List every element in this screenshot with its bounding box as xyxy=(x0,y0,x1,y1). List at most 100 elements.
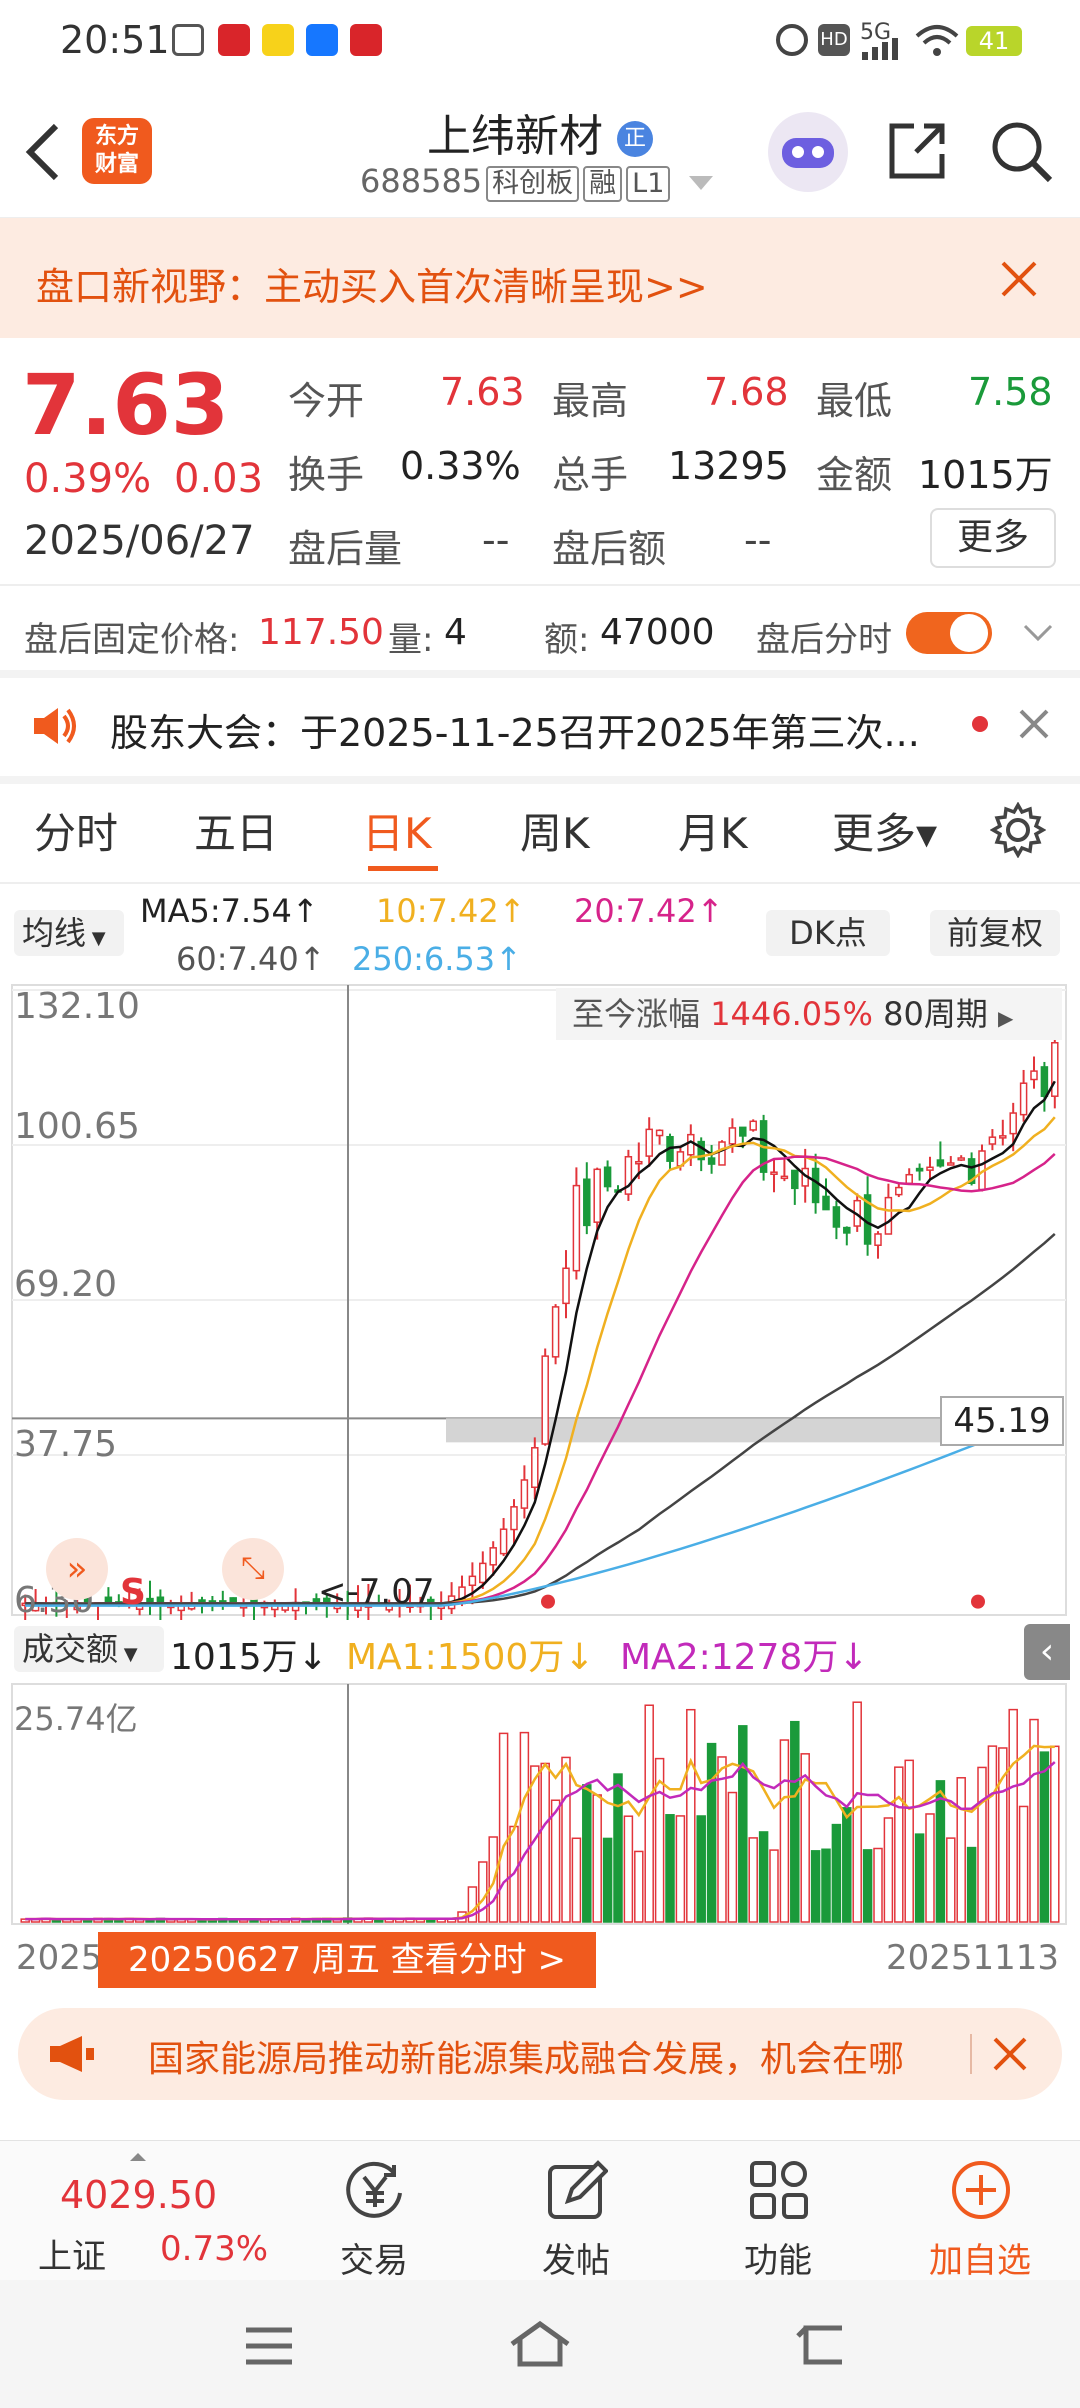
more-button[interactable]: 更多 xyxy=(930,508,1056,568)
nav-add-watch[interactable]: 加自选 xyxy=(900,2233,1060,2282)
trade-yen-icon[interactable] xyxy=(344,2159,406,2221)
date-tooltip-button[interactable]: 20250627 周五 查看分时 > xyxy=(98,1932,596,1988)
candle-body xyxy=(791,1169,799,1190)
bank-app-icon xyxy=(350,24,382,56)
close-icon[interactable] xyxy=(992,2036,1028,2072)
candle-body xyxy=(822,1195,830,1211)
volume-bar xyxy=(592,1794,602,1923)
volume-selector[interactable]: 成交额 ▼ xyxy=(14,1626,164,1672)
index-change[interactable]: 0.73% xyxy=(160,2229,268,2269)
divider xyxy=(0,882,1080,884)
ma20-line xyxy=(25,1152,1056,1605)
after-hours-timeshare-label: 盘后分时 xyxy=(756,620,892,660)
candle-body xyxy=(1040,1066,1049,1097)
add-watch-plus-icon[interactable] xyxy=(950,2159,1012,2221)
dk-point-button[interactable]: DK点 xyxy=(766,910,890,956)
promo-banner[interactable]: 盘口新视野：主动买入首次清晰呈现>> xyxy=(0,218,1080,338)
menu-icon[interactable] xyxy=(244,2326,294,2366)
kline-svg[interactable] xyxy=(0,980,1080,1629)
nav-post[interactable]: 发帖 xyxy=(496,2233,656,2282)
ma250-value: 250:6.53↑ xyxy=(352,940,522,978)
volume-bar xyxy=(758,1831,769,1923)
divider xyxy=(0,584,1080,586)
volume-bar xyxy=(706,1742,717,1923)
turnover-value: 0.33% xyxy=(400,444,521,488)
index-value[interactable]: 4029.50 xyxy=(60,2173,217,2217)
collapse-panel-icon[interactable]: ‹ xyxy=(1024,1624,1070,1680)
tab-five-day[interactable]: 五日 xyxy=(194,800,278,861)
candle-body xyxy=(707,1157,716,1165)
tab-more[interactable]: 更多▾ xyxy=(832,800,937,861)
meituan-icon xyxy=(262,24,294,56)
volume-svg[interactable] xyxy=(0,1680,1080,1930)
nav-function[interactable]: 功能 xyxy=(698,2233,858,2282)
candle-body xyxy=(468,1575,477,1587)
amount-value: 1015万 xyxy=(918,453,1053,497)
candle-body xyxy=(479,1562,487,1584)
volume-bar xyxy=(686,1708,696,1923)
candle-body xyxy=(874,1233,882,1246)
candle-body xyxy=(936,1159,945,1167)
settings-gear-icon[interactable] xyxy=(990,802,1046,858)
ma-selector[interactable]: 均线 ▼ xyxy=(14,910,124,956)
back-icon[interactable] xyxy=(796,2322,848,2368)
news-ticker[interactable]: 国家能源局推动新能源集成融合发展，机会在哪 xyxy=(18,2008,1062,2100)
robot-assistant-icon[interactable] xyxy=(768,112,848,192)
tab-monthly-k[interactable]: 月K xyxy=(678,800,748,861)
low-label: 最低 xyxy=(816,379,893,423)
news-text[interactable]: 国家能源局推动新能源集成融合发展，机会在哪 xyxy=(148,2030,988,2082)
fullscreen-icon[interactable]: ⤡ xyxy=(222,1538,284,1600)
volume-chart[interactable]: 25.74亿 xyxy=(0,1680,1080,1930)
kline-chart[interactable]: 132.10 100.65 69.20 37.75 6.30 至今涨幅 1446… xyxy=(0,980,1080,1629)
volume-bar xyxy=(769,1849,779,1923)
candle-body xyxy=(489,1547,497,1566)
volume-bar xyxy=(1039,1751,1050,1923)
volume-selector-label: 成交额 xyxy=(22,1630,119,1668)
volume-max-label: 25.74亿 xyxy=(14,1700,138,1738)
speaker-icon xyxy=(34,708,76,744)
alarm-icon xyxy=(776,24,808,56)
index-name[interactable]: 上证 xyxy=(38,2229,106,2278)
candle-body xyxy=(884,1196,893,1235)
home-icon[interactable] xyxy=(508,2320,572,2368)
volume-bar xyxy=(498,1732,509,1923)
expand-left-icon[interactable]: » xyxy=(46,1538,108,1600)
unread-dot xyxy=(972,716,988,732)
nav-trade[interactable]: 交易 xyxy=(294,2233,454,2282)
dropdown-icon[interactable] xyxy=(688,176,713,190)
search-icon[interactable] xyxy=(990,120,1054,184)
promo-text[interactable]: 盘口新视野：主动买入首次清晰呈现>> xyxy=(36,256,708,311)
adjust-price-button[interactable]: 前复权 xyxy=(930,910,1060,956)
close-icon[interactable] xyxy=(1018,708,1050,740)
after-amount-label: 盘后额 xyxy=(552,527,667,571)
tab-daily-k[interactable]: 日K xyxy=(362,800,432,861)
signal-s-marker: S xyxy=(120,1572,146,1613)
close-icon[interactable] xyxy=(1000,260,1038,298)
tab-timeshare[interactable]: 分时 xyxy=(34,800,118,861)
after-hours-toggle[interactable] xyxy=(906,612,992,654)
volume-bar xyxy=(894,1766,904,1923)
notice-text[interactable]: 股东大会：于2025-11-25召开2025年第三次... xyxy=(110,702,920,757)
tag-margin: 融 xyxy=(583,166,623,202)
candle-body xyxy=(915,1167,924,1172)
share-icon[interactable] xyxy=(886,120,948,182)
min-price-label: <-7.07 xyxy=(318,1572,435,1612)
candle-body xyxy=(510,1506,518,1531)
stock-name: 上纬新材 xyxy=(427,111,603,162)
tab-weekly-k[interactable]: 周K xyxy=(520,800,590,861)
turnover-label: 换手 xyxy=(288,453,365,497)
chevron-down-icon[interactable] xyxy=(1022,622,1054,644)
volume-bar xyxy=(935,1780,946,1923)
post-edit-icon[interactable] xyxy=(546,2159,608,2221)
function-grid-icon[interactable] xyxy=(748,2159,810,2221)
date-end-label: 20251113 xyxy=(886,1938,1060,1978)
candle-body xyxy=(1009,1112,1017,1135)
ma20-value: 20:7.42↑ xyxy=(574,892,724,930)
gain-since-box[interactable]: 至今涨幅 1446.05% 80周期 ▶ xyxy=(556,988,1062,1040)
volume-bar xyxy=(717,1756,727,1923)
battery-level: 41 xyxy=(978,27,1010,55)
quote-date: 2025/06/27 xyxy=(24,518,255,564)
volume-bar xyxy=(519,1731,530,1923)
candle-body xyxy=(739,1126,747,1137)
candle-body xyxy=(687,1133,695,1156)
